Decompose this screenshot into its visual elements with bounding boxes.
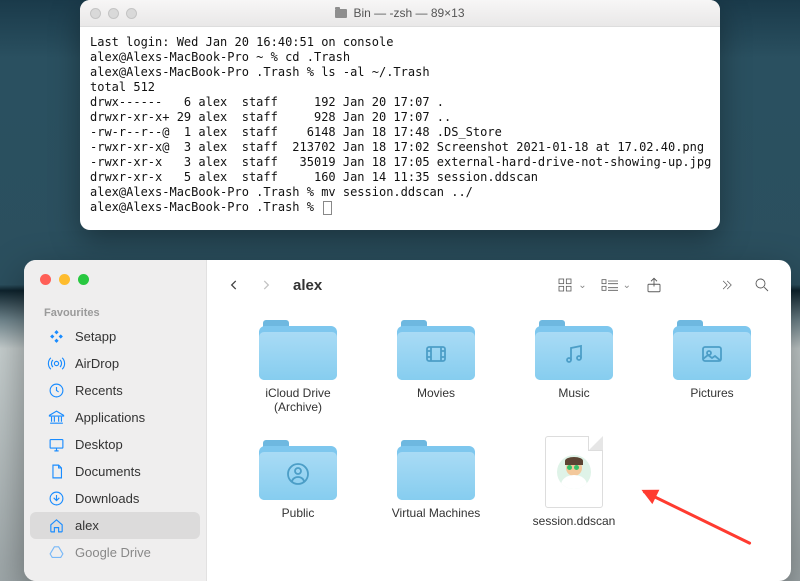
view-icons-button[interactable]: ⌄	[552, 274, 586, 296]
sidebar-item-label: AirDrop	[75, 356, 119, 371]
more-button[interactable]	[713, 274, 739, 296]
back-button[interactable]	[223, 274, 245, 296]
folder-icon	[397, 320, 475, 380]
sidebar-item-label: Google Drive	[75, 545, 151, 560]
sidebar-item-applications[interactable]: Applications	[30, 404, 200, 431]
folder-icon	[335, 9, 347, 18]
terminal-line: drwxr-xr-x 5 alex staff 160 Jan 14 11:35…	[90, 170, 538, 184]
folder-item-icloud-archive[interactable]: iCloud Drive (Archive)	[229, 314, 367, 434]
sidebar-item-label: Downloads	[75, 491, 139, 506]
minimize-icon[interactable]	[108, 8, 119, 19]
terminal-line: alex@Alexs-MacBook-Pro .Trash %	[90, 200, 321, 214]
folder-icon	[259, 320, 337, 380]
terminal-line: -rw-r--r--@ 1 alex staff 6148 Jan 18 17:…	[90, 125, 502, 139]
document-icon	[48, 463, 65, 480]
chevron-down-icon: ⌄	[623, 280, 631, 291]
terminal-line: drwxr-xr-x+ 29 alex staff 928 Jan 20 17:…	[90, 110, 451, 124]
sidebar-item-documents[interactable]: Documents	[30, 458, 200, 485]
folder-item-public[interactable]: Public	[229, 434, 367, 554]
setapp-icon	[48, 328, 65, 345]
item-label: Movies	[417, 386, 455, 400]
close-icon[interactable]	[40, 274, 51, 285]
finder-content[interactable]: iCloud Drive (Archive) Movies Music	[207, 310, 791, 581]
sidebar-item-label: Recents	[75, 383, 123, 398]
sidebar-item-google-drive[interactable]: Google Drive	[30, 539, 200, 566]
document-icon	[545, 436, 603, 508]
item-label: Music	[558, 386, 589, 400]
folder-item-music[interactable]: Music	[505, 314, 643, 434]
terminal-line: -rwxr-xr-x 3 alex staff 35019 Jan 18 17:…	[90, 155, 711, 169]
google-drive-icon	[48, 544, 65, 561]
folder-item-pictures[interactable]: Pictures	[643, 314, 781, 434]
movies-glyph-icon	[397, 342, 475, 366]
applications-icon	[48, 409, 65, 426]
sidebar-item-recents[interactable]: Recents	[30, 377, 200, 404]
sidebar-heading: Favourites	[24, 285, 206, 323]
terminal-line: alex@Alexs-MacBook-Pro .Trash % mv sessi…	[90, 185, 473, 199]
sidebar-item-label: Setapp	[75, 329, 116, 344]
search-button[interactable]	[749, 274, 775, 296]
forward-button[interactable]	[255, 274, 277, 296]
finder-main: alex ⌄ ⌄ iCloud Drive (Archive)	[207, 260, 791, 581]
finder-toolbar: alex ⌄ ⌄	[207, 260, 791, 310]
folder-icon	[397, 440, 475, 500]
item-label: session.ddscan	[533, 514, 616, 528]
pictures-glyph-icon	[673, 342, 751, 366]
terminal-line: alex@Alexs-MacBook-Pro ~ % cd .Trash	[90, 50, 350, 64]
music-glyph-icon	[535, 342, 613, 366]
home-icon	[48, 517, 65, 534]
sidebar-item-desktop[interactable]: Desktop	[30, 431, 200, 458]
public-glyph-icon	[259, 462, 337, 486]
sidebar-item-setapp[interactable]: Setapp	[30, 323, 200, 350]
item-label: Public	[282, 506, 315, 520]
zoom-icon[interactable]	[126, 8, 137, 19]
terminal-line: alex@Alexs-MacBook-Pro .Trash % ls -al ~…	[90, 65, 430, 79]
folder-item-movies[interactable]: Movies	[367, 314, 505, 434]
folder-icon	[259, 440, 337, 500]
close-icon[interactable]	[90, 8, 101, 19]
chevron-down-icon: ⌄	[578, 280, 586, 291]
airdrop-icon	[48, 355, 65, 372]
terminal-window: Bin — -zsh — 89×13 Last login: Wed Jan 2…	[80, 0, 720, 230]
clock-icon	[48, 382, 65, 399]
window-controls[interactable]	[90, 8, 137, 19]
sidebar-list: Setapp AirDrop Recents Applications Desk…	[24, 323, 206, 566]
sidebar-item-downloads[interactable]: Downloads	[30, 485, 200, 512]
item-label: Pictures	[690, 386, 733, 400]
minimize-icon[interactable]	[59, 274, 70, 285]
zoom-icon[interactable]	[78, 274, 89, 285]
sidebar-item-airdrop[interactable]: AirDrop	[30, 350, 200, 377]
desktop-icon	[48, 436, 65, 453]
terminal-line: Last login: Wed Jan 20 16:40:51 on conso…	[90, 35, 393, 49]
item-label: iCloud Drive (Archive)	[265, 386, 330, 414]
sidebar-item-label: Documents	[75, 464, 141, 479]
group-icon	[597, 274, 623, 296]
terminal-line: -rwxr-xr-x@ 3 alex staff 213702 Jan 18 1…	[90, 140, 704, 154]
location-title: alex	[293, 277, 322, 294]
terminal-titlebar[interactable]: Bin — -zsh — 89×13	[80, 0, 720, 27]
terminal-output[interactable]: Last login: Wed Jan 20 16:40:51 on conso…	[80, 27, 720, 223]
sidebar-item-label: Desktop	[75, 437, 123, 452]
avatar-icon	[557, 455, 591, 489]
sidebar-item-label: alex	[75, 518, 99, 533]
cursor-icon	[323, 201, 332, 215]
file-item-session-ddscan[interactable]: session.ddscan	[505, 434, 643, 554]
group-by-button[interactable]: ⌄	[597, 274, 631, 296]
terminal-line: total 512	[90, 80, 155, 94]
terminal-line: drwx------ 6 alex staff 192 Jan 20 17:07…	[90, 95, 444, 109]
icon-view-icon	[552, 274, 578, 296]
share-button[interactable]	[641, 274, 667, 296]
folder-icon	[673, 320, 751, 380]
finder-window: Favourites Setapp AirDrop Recents Applic…	[24, 260, 791, 581]
finder-sidebar: Favourites Setapp AirDrop Recents Applic…	[24, 260, 207, 581]
folder-item-virtual-machines[interactable]: Virtual Machines	[367, 434, 505, 554]
window-controls[interactable]	[24, 260, 206, 285]
item-label: Virtual Machines	[392, 506, 481, 520]
sidebar-item-home[interactable]: alex	[30, 512, 200, 539]
terminal-title: Bin — -zsh — 89×13	[353, 6, 464, 20]
downloads-icon	[48, 490, 65, 507]
folder-icon	[535, 320, 613, 380]
sidebar-item-label: Applications	[75, 410, 145, 425]
